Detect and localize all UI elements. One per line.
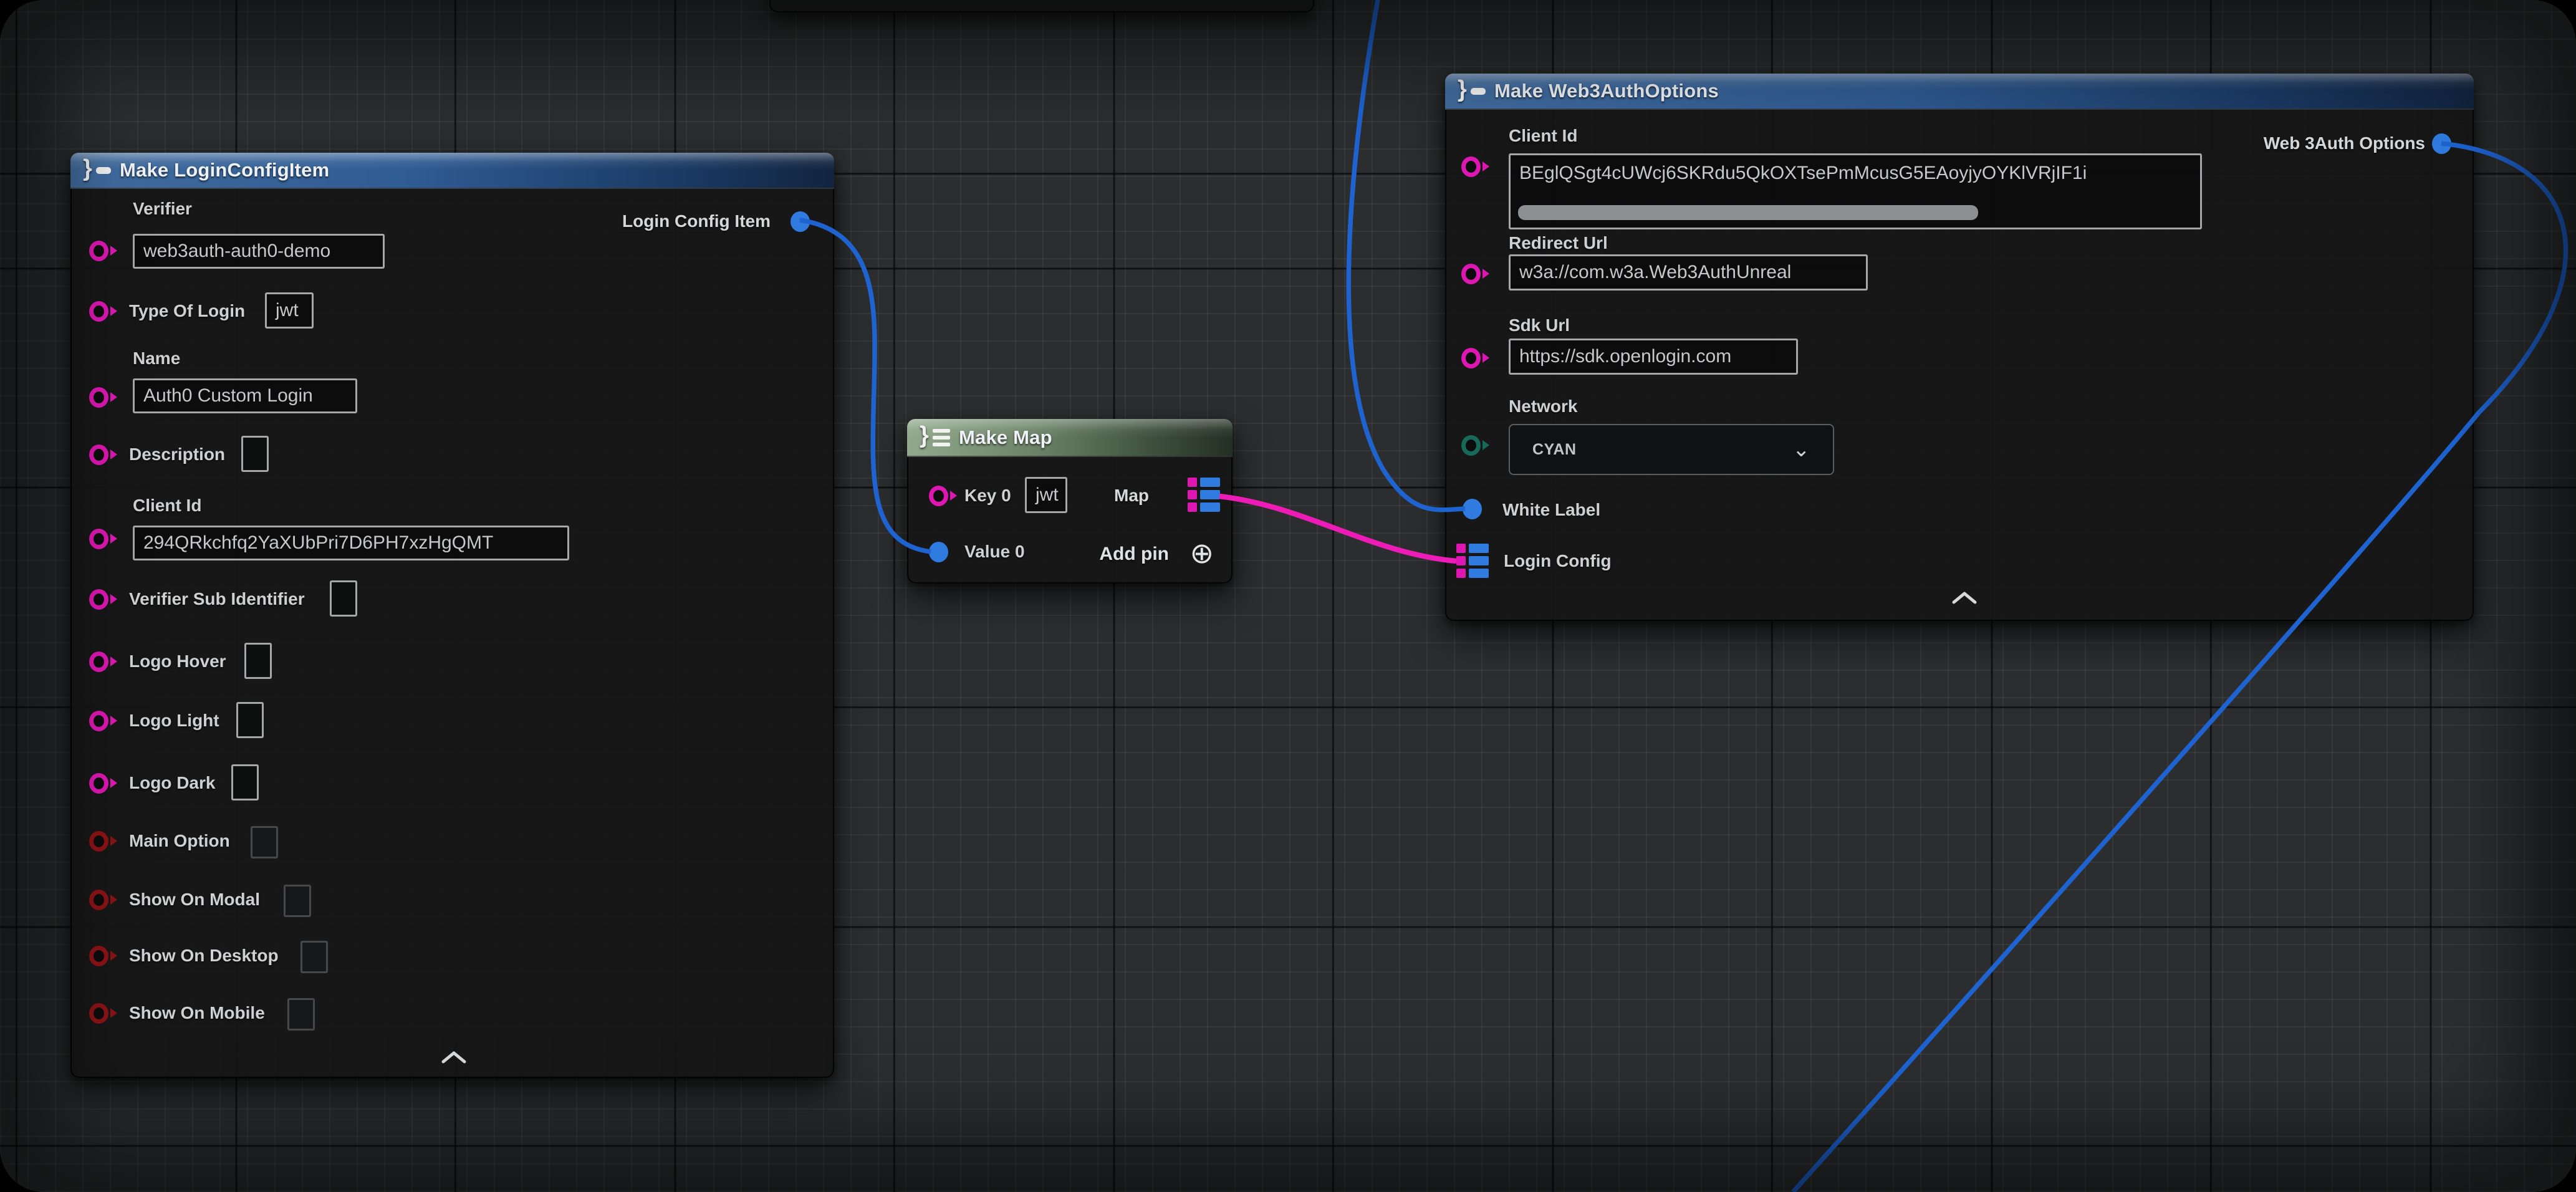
- redirect-url-pin[interactable]: [1461, 264, 1491, 285]
- node-title: Make LoginConfigItem: [120, 159, 329, 181]
- client-id-label: Client Id: [1509, 126, 1577, 146]
- show-on-modal-label: Show On Modal: [129, 890, 260, 910]
- verifier-sub-identifier-input[interactable]: [330, 580, 357, 617]
- white-label-pin[interactable]: [1463, 499, 1492, 520]
- sdk-url-label: Sdk Url: [1509, 315, 1570, 335]
- redirect-url-label: Redirect Url: [1509, 233, 1608, 253]
- logo-hover-pin[interactable]: [89, 651, 119, 673]
- show-on-modal-checkbox[interactable]: [284, 885, 311, 917]
- node-header[interactable]: } Make Map: [907, 419, 1233, 457]
- key-0-label: Key 0: [964, 486, 1011, 506]
- logo-dark-label: Logo Dark: [129, 773, 215, 793]
- login-config-pin[interactable]: [1456, 544, 1490, 579]
- sdk-url-input[interactable]: https://sdk.openlogin.com: [1509, 339, 1798, 375]
- make-map-icon-bars: [933, 429, 950, 446]
- value-0-label: Value 0: [964, 542, 1025, 562]
- verifier-input[interactable]: web3auth-auth0-demo: [133, 234, 385, 269]
- client-id-input[interactable]: 294QRkchfq2YaXUbPri7D6PH7xzHgQMT: [133, 526, 569, 560]
- name-pin[interactable]: [89, 387, 119, 408]
- node-header[interactable]: } Make Web3AuthOptions: [1445, 74, 2474, 110]
- show-on-desktop-label: Show On Desktop: [129, 946, 279, 966]
- type-of-login-pin[interactable]: [89, 301, 119, 322]
- sdk-url-pin[interactable]: [1461, 348, 1491, 369]
- blueprint-editor-screenshot: } Make LoginConfigItem Login Config Item…: [0, 0, 2576, 1192]
- description-pin[interactable]: [89, 445, 119, 466]
- add-pin-label: Add pin: [1099, 544, 1169, 565]
- make-struct-icon-pill: [96, 167, 111, 174]
- verifier-sub-identifier-pin[interactable]: [89, 589, 119, 610]
- verifier-sub-identifier-label: Verifier Sub Identifier: [129, 589, 305, 609]
- logo-dark-pin[interactable]: [89, 773, 119, 794]
- logo-light-input[interactable]: [236, 702, 264, 738]
- show-on-mobile-checkbox[interactable]: [287, 998, 315, 1031]
- node-make-web3auth-options[interactable]: } Make Web3AuthOptions Web 3Auth Options…: [1445, 74, 2474, 621]
- client-id-pin[interactable]: [89, 529, 119, 550]
- map-output-pin[interactable]: [1188, 478, 1221, 513]
- value-0-pin[interactable]: [929, 542, 959, 563]
- logo-light-pin[interactable]: [89, 711, 119, 732]
- verifier-label: Verifier: [133, 199, 192, 219]
- offscreen-node-bottom-edge[interactable]: [769, 0, 1314, 12]
- main-option-label: Main Option: [129, 831, 230, 851]
- verifier-pin[interactable]: [89, 241, 119, 262]
- network-select[interactable]: CYAN ⌄: [1509, 424, 1834, 475]
- network-label: Network: [1509, 397, 1577, 416]
- output-pin-label: Login Config Item: [622, 211, 771, 231]
- logo-hover-label: Logo Hover: [129, 651, 226, 671]
- output-pin-label: Web 3Auth Options: [2264, 133, 2425, 153]
- collapse-chevron-icon[interactable]: [1949, 590, 1980, 606]
- show-on-modal-pin[interactable]: [89, 890, 119, 911]
- main-option-checkbox[interactable]: [251, 826, 278, 858]
- node-title: Make Map: [959, 426, 1052, 449]
- make-struct-icon: }: [1458, 76, 1467, 103]
- logo-dark-input[interactable]: [231, 764, 259, 800]
- chevron-down-icon: ⌄: [1792, 437, 1810, 462]
- type-of-login-label: Type Of Login: [129, 301, 245, 321]
- show-on-desktop-pin[interactable]: [89, 946, 119, 967]
- make-struct-icon: }: [83, 155, 92, 182]
- name-input[interactable]: Auth0 Custom Login: [133, 378, 357, 413]
- node-make-map[interactable]: } Make Map Key 0 jwt Map Value 0 Add pin…: [907, 419, 1233, 584]
- login-config-label: Login Config: [1504, 551, 1612, 571]
- node-title: Make Web3AuthOptions: [1494, 80, 1719, 102]
- node-header[interactable]: } Make LoginConfigItem: [70, 153, 834, 189]
- client-id-hscrollbar[interactable]: [1518, 205, 1978, 220]
- show-on-mobile-label: Show On Mobile: [129, 1003, 265, 1023]
- node-make-login-config-item[interactable]: } Make LoginConfigItem Login Config Item…: [70, 153, 834, 1078]
- client-id-label: Client Id: [133, 496, 201, 516]
- collapse-chevron-icon[interactable]: [438, 1049, 469, 1065]
- description-input[interactable]: [241, 436, 269, 472]
- key-0-input[interactable]: jwt: [1025, 477, 1067, 513]
- network-pin[interactable]: [1461, 435, 1491, 456]
- make-struct-icon-pill: [1471, 88, 1486, 95]
- white-label-label: White Label: [1502, 500, 1600, 520]
- client-id-pin[interactable]: [1461, 156, 1491, 178]
- logo-light-label: Logo Light: [129, 711, 219, 731]
- client-id-input[interactable]: BEglQSgt4cUWcj6SKRdu5QkOXTsePmMcusG5EAoy…: [1509, 153, 2202, 229]
- logo-hover-input[interactable]: [244, 643, 272, 679]
- key-0-pin[interactable]: [929, 486, 959, 507]
- redirect-url-input[interactable]: w3a://com.w3a.Web3AuthUnreal: [1509, 254, 1868, 291]
- blueprint-graph-canvas[interactable]: } Make LoginConfigItem Login Config Item…: [0, 0, 2576, 1192]
- name-label: Name: [133, 348, 180, 368]
- map-output-label: Map: [1114, 486, 1149, 506]
- make-map-icon: }: [920, 422, 929, 449]
- show-on-mobile-pin[interactable]: [89, 1003, 119, 1024]
- show-on-desktop-checkbox[interactable]: [300, 941, 328, 973]
- main-option-pin[interactable]: [89, 831, 119, 852]
- description-label: Description: [129, 445, 225, 464]
- add-pin-icon[interactable]: ⊕: [1189, 539, 1214, 567]
- type-of-login-input[interactable]: jwt: [265, 292, 314, 329]
